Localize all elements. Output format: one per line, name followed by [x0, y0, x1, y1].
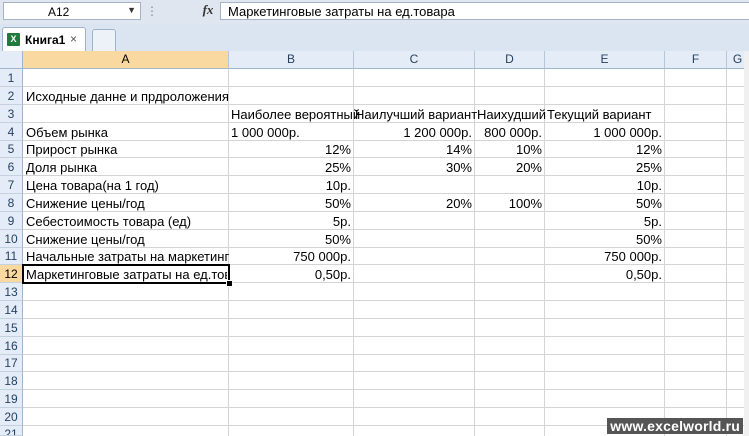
cell-e12[interactable]: 0,50р.	[545, 266, 662, 283]
tab-label: Книга1	[25, 33, 66, 47]
cell-b12[interactable]: 0,50р.	[229, 266, 351, 283]
row-header[interactable]: 13	[0, 283, 23, 301]
row-header[interactable]: 2	[0, 87, 23, 105]
active-cell-border	[22, 264, 230, 284]
new-tab-button[interactable]	[92, 29, 116, 51]
cell-e7[interactable]: 10р.	[545, 177, 662, 194]
gridline	[23, 336, 749, 337]
row-header[interactable]: 4	[0, 123, 23, 141]
select-all-corner[interactable]	[0, 51, 23, 69]
chevron-down-icon[interactable]: ▼	[127, 5, 136, 15]
cell-b3[interactable]: Наиболее вероятный	[231, 106, 360, 123]
row-header-selected[interactable]: 12	[0, 265, 23, 283]
cell-e8[interactable]: 50%	[545, 195, 662, 212]
workbook-tabs: X Книга1 ×	[0, 24, 749, 52]
cell-e6[interactable]: 25%	[545, 159, 662, 176]
cell-c4[interactable]: 1 200 000р.	[354, 124, 472, 141]
cell-e9[interactable]: 5р.	[545, 213, 662, 230]
cell-b6[interactable]: 25%	[229, 159, 351, 176]
cell-b4[interactable]: 1 000 000р.	[231, 124, 300, 141]
cell-b11[interactable]: 750 000р.	[229, 248, 351, 265]
cell-a8[interactable]: Снижение цены/год	[26, 195, 145, 212]
column-header-b[interactable]: B	[229, 51, 354, 69]
cell-d3[interactable]: Наихудший	[477, 106, 546, 123]
row-header[interactable]: 19	[0, 390, 23, 408]
row-header[interactable]: 21	[0, 426, 23, 436]
cell-e11[interactable]: 750 000р.	[545, 248, 662, 265]
vertical-scrollbar[interactable]	[744, 51, 749, 436]
gridline	[726, 69, 727, 436]
row-header[interactable]: 7	[0, 176, 23, 194]
row-header[interactable]: 15	[0, 319, 23, 337]
cell-e3[interactable]: Текущий вариант	[547, 106, 651, 123]
gridline	[23, 371, 749, 372]
cell-a7[interactable]: Цена товара(на 1 год)	[26, 177, 159, 194]
gridline	[23, 300, 749, 301]
formula-input[interactable]: Маркетинговые затраты на ед.товара	[220, 2, 749, 20]
row-header[interactable]: 1	[0, 69, 23, 87]
row-header[interactable]: 16	[0, 337, 23, 355]
row-header[interactable]: 14	[0, 301, 23, 319]
cell-c3[interactable]: Наилучший вариант	[355, 106, 477, 123]
row-header[interactable]: 20	[0, 408, 23, 426]
row-header[interactable]: 5	[0, 141, 23, 158]
cell-b7[interactable]: 10р.	[229, 177, 351, 194]
cell-a6[interactable]: Доля рынка	[26, 159, 97, 176]
cell-d6[interactable]: 20%	[475, 159, 542, 176]
cell-e4[interactable]: 1 000 000р.	[545, 124, 662, 141]
cell-d5[interactable]: 10%	[475, 141, 542, 158]
name-box-value: A12	[48, 5, 70, 19]
column-header-c[interactable]: C	[354, 51, 475, 69]
spreadsheet-grid: A B C D E F G 1 2 3 4 5 6 7 8 9 10 11 12…	[0, 51, 749, 436]
gridline	[23, 354, 749, 355]
row-header[interactable]: 10	[0, 230, 23, 248]
excel-file-icon: X	[7, 33, 20, 46]
row-header[interactable]: 6	[0, 158, 23, 176]
gridline	[664, 69, 665, 436]
name-box[interactable]: A12 ▼	[3, 2, 141, 20]
cell-a11[interactable]: Начальные затраты на маркетинг	[26, 248, 229, 265]
gridline	[23, 407, 749, 408]
formula-bar: A12 ▼ ⋮ fx Маркетинговые затраты на ед.т…	[0, 0, 749, 25]
cell-b9[interactable]: 5р.	[229, 213, 351, 230]
gridline	[23, 389, 749, 390]
tab-book1[interactable]: X Книга1 ×	[2, 27, 86, 51]
gridline	[23, 86, 749, 87]
row-header[interactable]: 8	[0, 194, 23, 212]
cell-d8[interactable]: 100%	[475, 195, 542, 212]
cell-b8[interactable]: 50%	[229, 195, 351, 212]
row-header[interactable]: 3	[0, 105, 23, 123]
cell-c5[interactable]: 14%	[354, 141, 472, 158]
column-header-a[interactable]: A	[23, 51, 229, 69]
column-header-e[interactable]: E	[545, 51, 665, 69]
cell-b5[interactable]: 12%	[229, 141, 351, 158]
cell-d4[interactable]: 800 000р.	[475, 124, 542, 141]
row-header[interactable]: 9	[0, 212, 23, 230]
row-header[interactable]: 18	[0, 372, 23, 390]
insert-function-icon[interactable]: fx	[197, 2, 219, 20]
column-header-f[interactable]: F	[665, 51, 727, 69]
row-header[interactable]: 17	[0, 355, 23, 372]
close-icon[interactable]: ×	[70, 32, 77, 46]
cell-a9[interactable]: Себестоимость товара (ед)	[26, 213, 191, 230]
cell-c8[interactable]: 20%	[354, 195, 472, 212]
cell-b10[interactable]: 50%	[229, 231, 351, 248]
watermark: www.excelworld.ru	[607, 418, 743, 434]
cell-e5[interactable]: 12%	[545, 141, 662, 158]
row-header[interactable]: 11	[0, 248, 23, 265]
cell-a10[interactable]: Снижение цены/год	[26, 231, 145, 248]
formula-bar-splitter[interactable]: ⋮	[146, 4, 160, 20]
cell-a4[interactable]: Объем рынка	[26, 124, 108, 141]
column-header-d[interactable]: D	[475, 51, 545, 69]
cell-e10[interactable]: 50%	[545, 231, 662, 248]
fill-handle[interactable]	[226, 280, 233, 287]
cell-a5[interactable]: Прирост рынка	[26, 141, 117, 158]
gridline	[23, 318, 749, 319]
cell-a2[interactable]: Исходные данне и прдроложения	[26, 88, 229, 105]
cell-c6[interactable]: 30%	[354, 159, 472, 176]
